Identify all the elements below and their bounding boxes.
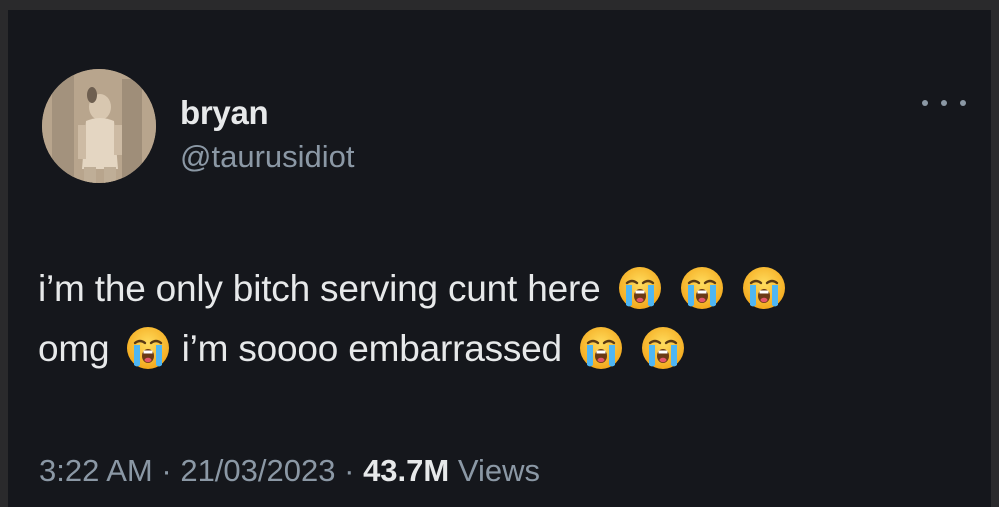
tweet-line-2: omg i’m soooo embarrassed	[38, 319, 968, 379]
tweet-line-2-text-b: i’m soooo embarrassed	[181, 328, 563, 369]
more-horizontal-icon	[922, 100, 928, 106]
tweet-line-2-text-a: omg	[38, 328, 110, 369]
tweet-time[interactable]: 3:22 AM	[39, 453, 153, 488]
tweet-date[interactable]: 21/03/2023	[180, 453, 335, 488]
more-dot	[960, 100, 966, 106]
meta-separator: ·	[161, 453, 172, 488]
loudly-crying-face-icon	[741, 265, 787, 311]
loudly-crying-face-icon	[640, 325, 686, 371]
tweet-meta: 3:22 AM · 21/03/2023 · 43.7M Views	[39, 453, 540, 489]
author-name[interactable]: bryan	[180, 94, 269, 132]
loudly-crying-face-icon	[617, 265, 663, 311]
views-label[interactable]: Views	[458, 453, 540, 488]
tweet-line-1: i’m the only bitch serving cunt here	[38, 259, 968, 319]
loudly-crying-face-icon	[679, 265, 725, 311]
loudly-crying-face-icon	[578, 325, 624, 371]
meta-separator: ·	[344, 453, 355, 488]
tweet-line-1-text: i’m the only bitch serving cunt here	[38, 268, 601, 309]
tweet-card: bryan @taurusidiot i’m the only bitch se…	[8, 10, 991, 507]
more-dot	[941, 100, 947, 106]
loudly-crying-face-icon	[125, 325, 171, 371]
views-count[interactable]: 43.7M	[363, 453, 449, 488]
more-options-button[interactable]	[922, 90, 966, 116]
tweet-text: i’m the only bitch serving cunt here omg…	[38, 259, 968, 379]
author-handle[interactable]: @taurusidiot	[180, 139, 355, 175]
avatar[interactable]	[42, 69, 156, 183]
avatar-photo-icon	[42, 69, 156, 183]
